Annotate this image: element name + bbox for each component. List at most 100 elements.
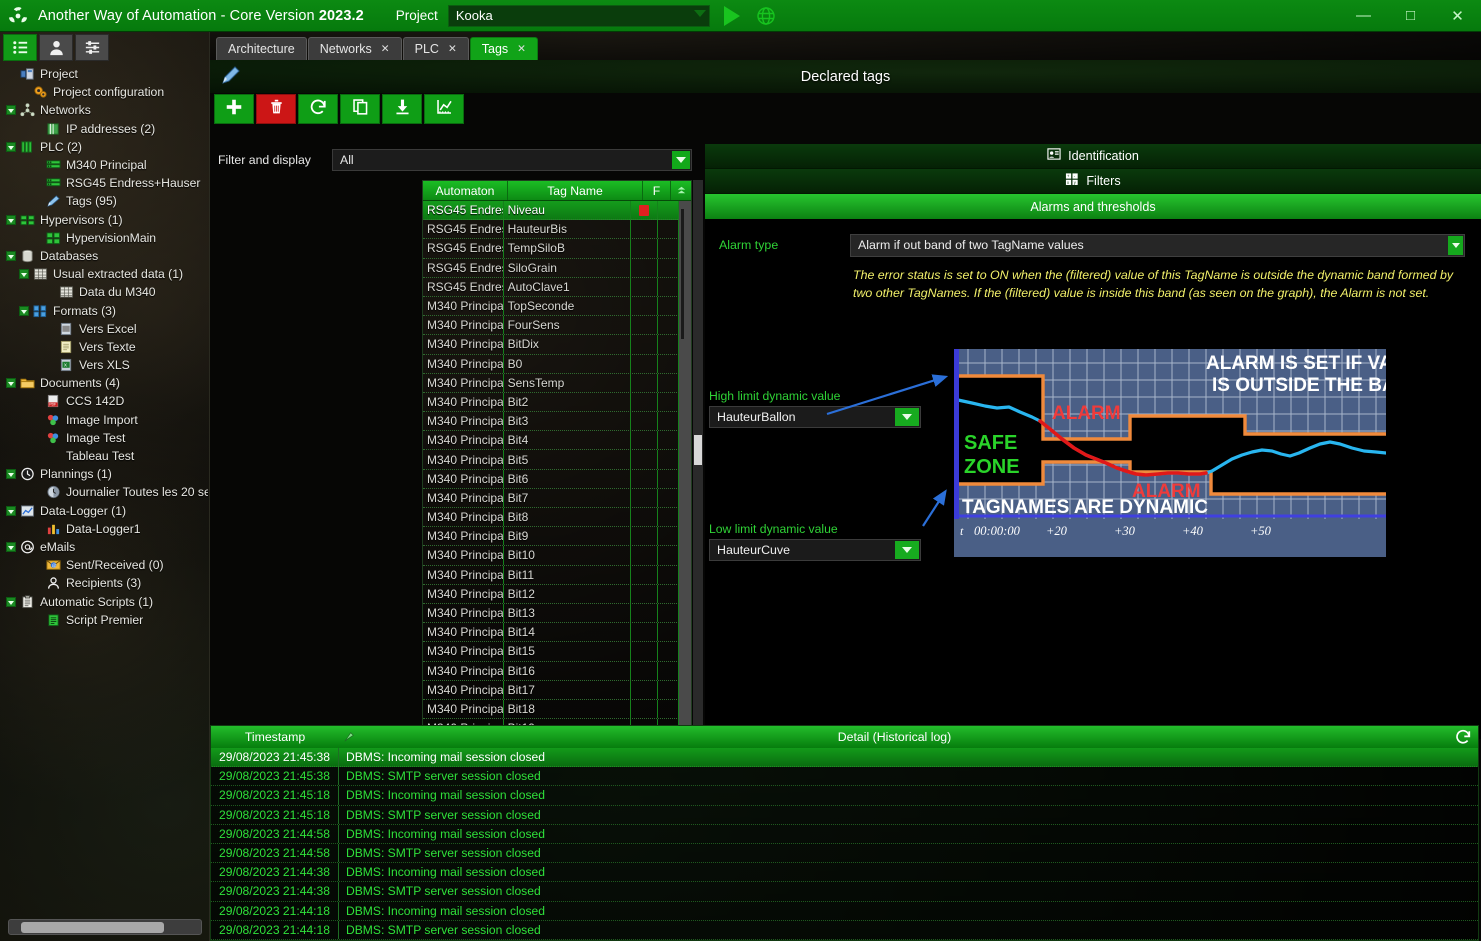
alarm-type-select[interactable]: Alarm if out band of two TagName values [850,233,1465,257]
table-row[interactable]: M340 Principal Bit8 [423,508,679,528]
tree-item-networks[interactable]: Networks [0,101,208,119]
table-row[interactable]: M340 Principal FourSens [423,316,679,336]
log-row[interactable]: 29/08/2023 21:44:18 DBMS: SMTP server ses… [211,920,1478,940]
tree-item-hypervisionmain[interactable]: HypervisionMain [0,229,208,247]
chevron-down-icon[interactable] [693,9,706,17]
table-row[interactable]: M340 Principal Bit3 [423,412,679,432]
expand-collapse-icon[interactable] [5,141,16,152]
filter-select[interactable]: All [332,149,692,171]
expand-collapse-icon[interactable] [5,214,16,225]
log-row[interactable]: 29/08/2023 21:45:18 DBMS: Incoming mail s… [211,786,1478,806]
tree-item-sent-received-0[interactable]: @ Sent/Received (0) [0,556,208,574]
log-row[interactable]: 29/08/2023 21:44:38 DBMS: SMTP server ses… [211,882,1478,902]
table-row[interactable]: M340 Principal Bit7 [423,488,679,508]
section-alarms-thresholds[interactable]: Alarms and thresholds [705,194,1481,219]
user-button[interactable] [39,34,73,61]
expand-collapse-icon[interactable] [5,541,16,552]
tree-item-script-premier[interactable]: Script Premier [0,611,208,629]
tab-networks[interactable]: Networks ✕ [307,37,402,60]
expand-collapse-icon[interactable] [5,250,16,261]
copy-tag-button[interactable] [340,94,380,124]
minimize-button[interactable]: — [1340,0,1387,32]
tree-item-image-test[interactable]: Image Test [0,429,208,447]
table-row[interactable]: M340 Principal Bit15 [423,642,679,662]
tree-item-plc-2[interactable]: PLC (2) [0,138,208,156]
close-icon[interactable]: ✕ [517,43,526,55]
project-input[interactable] [448,8,681,23]
tree-item-tags-95[interactable]: Tags (95) [0,192,208,210]
tree-item-usual-extracted-data-1[interactable]: Usual extracted data (1) [0,265,208,283]
refresh-icon[interactable] [1454,728,1472,746]
tree-item-ip-addresses-2[interactable]: IP addresses (2) [0,120,208,138]
table-row[interactable]: M340 Principal Bit14 [423,623,679,643]
log-column-detail[interactable]: Detail (Historical log) [359,730,1478,744]
log-rows[interactable]: 29/08/2023 21:45:38 DBMS: Incoming mail s… [211,748,1478,940]
expand-collapse-icon[interactable] [5,469,16,480]
column-sort-icon[interactable] [671,181,691,200]
log-row[interactable]: 29/08/2023 21:44:58 DBMS: SMTP server ses… [211,843,1478,864]
tree-item-journalier-toutes-les-20-seco[interactable]: Journalier Toutes les 20 seco [0,483,208,501]
tree-item-data-logger1[interactable]: Data-Logger1 [0,520,208,538]
log-row[interactable]: 29/08/2023 21:44:58 DBMS: Incoming mail s… [211,824,1478,844]
table-row[interactable]: M340 Principal Bit17 [423,680,679,700]
log-row[interactable]: 29/08/2023 21:45:38 DBMS: SMTP server ses… [211,767,1478,787]
table-row[interactable]: M340 Principal SensTemp [423,373,679,393]
chevron-down-icon[interactable] [672,151,690,169]
expand-collapse-icon[interactable] [5,505,16,516]
tree-item-m340-principal[interactable]: M340 Principal [0,156,208,174]
refresh-tags-button[interactable] [298,94,338,124]
tree-item-rsg45-endress-hauser[interactable]: RSG45 Endress+Hauser [0,174,208,192]
table-row[interactable]: M340 Principal BitDix [423,335,679,355]
pin-icon[interactable] [339,731,359,743]
explorer-hscroll-thumb[interactable] [21,922,164,933]
tree-item-project-configuration[interactable]: Project configuration [0,83,208,101]
tags-toolbar[interactable] [214,94,692,124]
tree-item-vers-excel[interactable]: Vers Excel [0,320,208,338]
table-row[interactable]: RSG45 Endress+AutoClave1 [423,277,679,297]
run-button[interactable] [723,5,740,26]
close-icon[interactable]: ✕ [381,43,390,55]
expand-collapse-icon[interactable] [5,105,16,116]
globe-icon[interactable] [756,6,776,26]
tree-item-hypervisors-1[interactable]: Hypervisors (1) [0,211,208,229]
tree-item-plannings-1[interactable]: Plannings (1) [0,465,208,483]
add-tag-button[interactable] [214,94,254,124]
expand-collapse-icon[interactable] [18,305,29,316]
table-row[interactable]: M340 Principal TopSeconde [423,296,679,317]
table-row[interactable]: M340 Principal Bit6 [423,469,679,489]
tags-grid-vscroll-thumb[interactable] [681,209,684,339]
tree-item-image-import[interactable]: Image Import [0,411,208,429]
tags-pane-scrollbar[interactable] [693,180,703,737]
tab-tags[interactable]: Tags ✕ [469,37,538,60]
maximize-button[interactable]: □ [1387,0,1434,32]
tree-item-data-logger-1[interactable]: Data-Logger (1) [0,502,208,520]
table-row[interactable]: RSG45 Endress+Niveau [423,201,679,221]
tags-grid-vscrollbar[interactable] [679,201,691,736]
import-tags-button[interactable] [382,94,422,124]
close-button[interactable]: ✕ [1434,0,1481,32]
column-header-flag[interactable]: F [643,181,671,200]
tree-item-recipients-3[interactable]: Recipients (3) [0,574,208,592]
tab-bar[interactable]: Architecture Networks ✕ PLC ✕ Tags ✕ [210,32,1481,60]
column-header-automaton[interactable]: Automaton [423,181,508,200]
tree-item-vers-xls[interactable]: X Vers XLS [0,356,208,374]
tree-item-emails[interactable]: eMails [0,538,208,556]
tags-grid[interactable]: Automaton Tag Name F RSG45 Endress+Nivea… [422,180,692,737]
log-column-timestamp[interactable]: Timestamp [211,730,339,744]
log-row[interactable]: 29/08/2023 21:44:38 DBMS: Incoming mail s… [211,863,1478,883]
column-header-tagname[interactable]: Tag Name [508,181,643,200]
table-row[interactable]: RSG45 Endress+TempSiloB [423,239,679,259]
list-view-button[interactable] [3,34,37,61]
tab-architecture[interactable]: Architecture [216,37,307,60]
section-filters[interactable]: + - x y Filters [705,169,1481,194]
delete-tag-button[interactable] [256,94,296,124]
section-identification[interactable]: Identification [705,144,1481,169]
chevron-down-icon[interactable] [1448,235,1463,255]
tree-item-formats-3[interactable]: Formats (3) [0,301,208,319]
table-row[interactable]: M340 Principal Bit4 [423,431,679,451]
expand-collapse-icon[interactable] [5,596,16,607]
tree-item-documents-4[interactable]: Documents (4) [0,374,208,392]
table-row[interactable]: M340 Principal Bit2 [423,392,679,413]
table-row[interactable]: M340 Principal Bit10 [423,546,679,566]
table-row[interactable]: M340 Principal B0 [423,354,679,374]
